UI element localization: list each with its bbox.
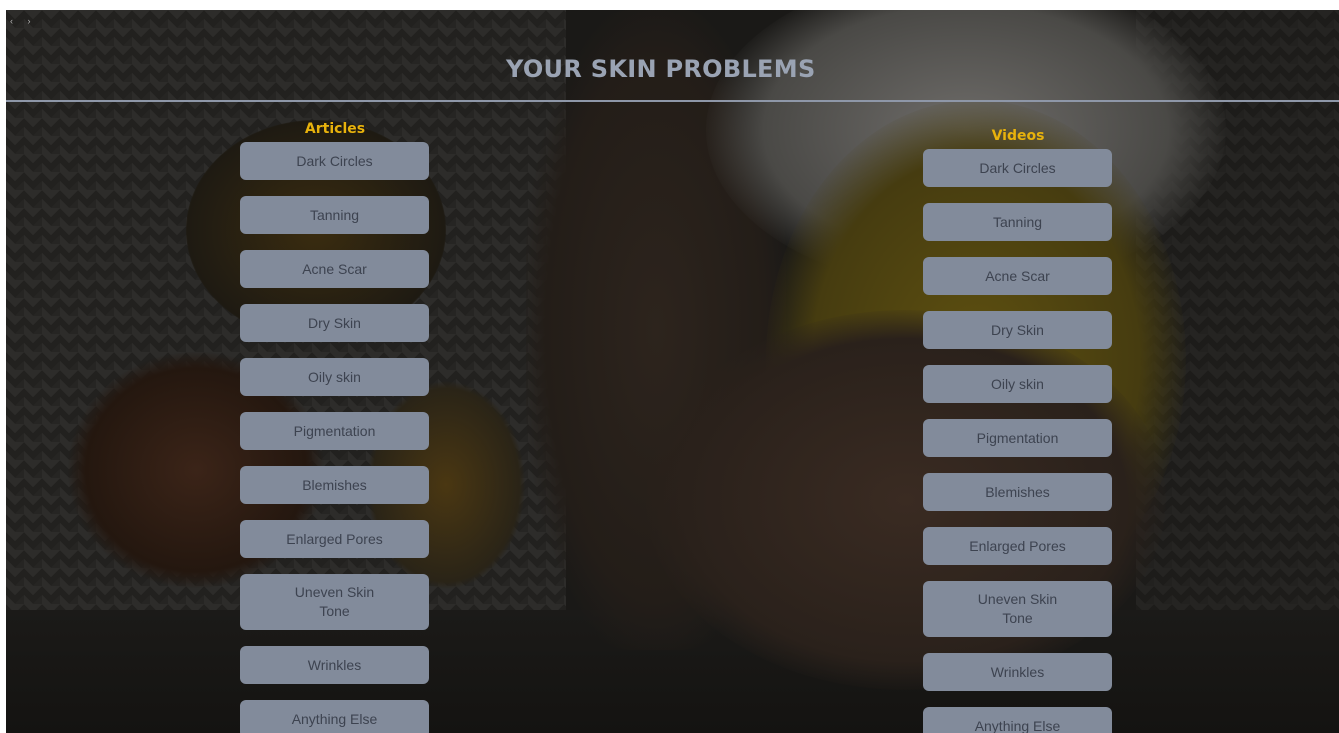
videos-item-enlarged-pores-button[interactable]: Enlarged Pores [923,527,1112,565]
articles-item-pigmentation-button[interactable]: Pigmentation [240,412,429,450]
videos-heading: Videos [991,128,1045,144]
videos-item-pigmentation-button[interactable]: Pigmentation [923,419,1112,457]
videos-list: Dark Circles Tanning Acne Scar Dry Skin Oily… [923,149,1113,733]
videos-item-uneven-skin-tone-button[interactable]: Uneven Skin Tone [923,581,1112,637]
header-divider [6,100,1339,102]
videos-item-oily-skin-button[interactable]: Oily skin [923,365,1112,403]
videos-item-tanning-button[interactable]: Tanning [923,203,1112,241]
articles-list: Dark Circles Tanning Acne Scar Dry Skin Oily… [240,142,430,733]
articles-heading: Articles [304,121,366,137]
articles-item-dry-skin-button[interactable]: Dry Skin [240,304,429,342]
background-photo [6,10,1339,733]
articles-item-dark-circles-button[interactable]: Dark Circles [240,142,429,180]
articles-item-tanning-button[interactable]: Tanning [240,196,429,234]
articles-item-uneven-skin-tone-button[interactable]: Uneven Skin Tone [240,574,429,630]
articles-item-wrinkles-button[interactable]: Wrinkles [240,646,429,684]
page-title: YOUR SKIN PROBLEMS [506,55,816,83]
videos-item-dry-skin-button[interactable]: Dry Skin [923,311,1112,349]
videos-item-blemishes-button[interactable]: Blemishes [923,473,1112,511]
videos-item-dark-circles-button[interactable]: Dark Circles [923,149,1112,187]
page-viewport: ‹ › YOUR SKIN PROBLEMS Articles Dark Cir… [6,10,1339,733]
videos-item-acne-scar-button[interactable]: Acne Scar [923,257,1112,295]
articles-item-anything-else-button[interactable]: Anything Else [240,700,429,733]
articles-item-oily-skin-button[interactable]: Oily skin [240,358,429,396]
articles-column: Articles Dark Circles Tanning Acne Scar Dry… [240,120,430,733]
nav-arrows-icon[interactable]: ‹ › [10,16,37,26]
videos-item-wrinkles-button[interactable]: Wrinkles [923,653,1112,691]
videos-item-anything-else-button[interactable]: Anything Else [923,707,1112,733]
articles-item-acne-scar-button[interactable]: Acne Scar [240,250,429,288]
articles-item-blemishes-button[interactable]: Blemishes [240,466,429,504]
videos-column: Videos Dark Circles Tanning Acne Scar Dry S… [923,127,1113,733]
articles-item-enlarged-pores-button[interactable]: Enlarged Pores [240,520,429,558]
